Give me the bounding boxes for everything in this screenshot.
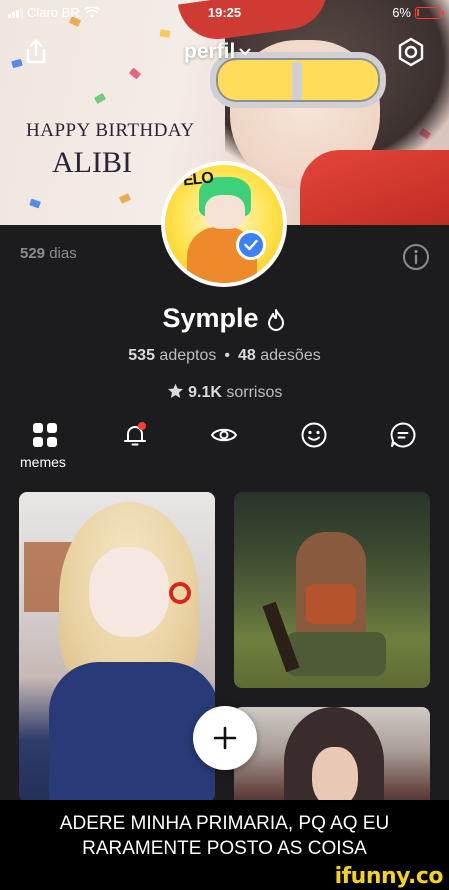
profile-name: Symple [162, 303, 259, 333]
meme-thumbnail[interactable] [234, 492, 430, 688]
days-label: dias [49, 245, 77, 262]
followers-label: adeptos [159, 347, 217, 364]
tab-views[interactable] [207, 420, 241, 450]
ifunny-watermark: ifunny.co [334, 864, 444, 889]
settings-button[interactable] [395, 36, 427, 68]
notification-dot [138, 422, 146, 430]
profile-panel: 529 dias Symple 535 adeptos • 48 adesões 9… [0, 225, 449, 817]
tab-notifications[interactable] [118, 420, 152, 450]
share-button[interactable] [22, 38, 50, 66]
status-bar: Claro BR 19:25 6% [0, 4, 449, 24]
grid-icon [33, 423, 57, 447]
avatar[interactable]: ELO [161, 161, 287, 287]
tab-smiles[interactable] [297, 420, 331, 450]
followers-stat[interactable]: 535 adeptos [128, 347, 216, 364]
meme-caption: ADERE MINHA PRIMARIA, PQ AQ EU RARAMENTE… [0, 800, 449, 890]
banner-text-line1: HAPPY BIRTHDAY [26, 120, 195, 141]
flame-icon [267, 308, 284, 331]
battery-icon [415, 6, 444, 19]
memberships-stat[interactable]: 48 adesões [238, 347, 321, 364]
smiles-stat: 9.1K sorrisos [0, 383, 449, 402]
battery-percent: 6% [392, 5, 411, 20]
tab-memes-label: memes [20, 454, 66, 470]
share-icon [26, 39, 46, 64]
smiley-icon [301, 422, 327, 448]
memberships-label: adesões [260, 347, 321, 364]
comment-icon [390, 422, 416, 448]
smiles-label: sorrisos [226, 384, 283, 401]
checkmark-icon [244, 239, 258, 251]
profile-stats: 535 adeptos • 48 adesões [128, 347, 321, 364]
profile-tabs: memes [0, 420, 449, 470]
bell-icon [124, 422, 146, 446]
meme-thumbnail[interactable] [19, 492, 215, 802]
chevron-down-icon [239, 48, 251, 56]
star-icon [167, 383, 183, 398]
clock: 19:25 [207, 5, 242, 20]
caption-line2: RARAMENTE POSTO AS COISA [82, 838, 367, 859]
banner-text-line2: ALIBI [52, 146, 132, 179]
page-title: perfil [184, 40, 236, 63]
gear-icon [398, 37, 424, 67]
smiles-value: 9.1K [188, 384, 222, 401]
followers-value: 535 [128, 347, 155, 364]
eye-icon [211, 428, 237, 442]
account-age: 529 dias [20, 245, 77, 262]
profile-name-row: Symple [0, 303, 449, 334]
tab-comments[interactable] [386, 420, 420, 450]
add-post-button[interactable] [193, 706, 257, 770]
days-value: 529 [20, 245, 46, 262]
info-icon [403, 244, 429, 270]
plus-icon [213, 726, 237, 750]
verified-badge [236, 230, 266, 260]
tab-memes[interactable] [28, 420, 62, 450]
caption-line1: ADERE MINHA PRIMARIA, PQ AQ EU [59, 813, 390, 834]
memberships-value: 48 [237, 347, 256, 364]
info-button[interactable] [402, 243, 430, 271]
profile-dropdown[interactable]: perfil [184, 40, 251, 64]
